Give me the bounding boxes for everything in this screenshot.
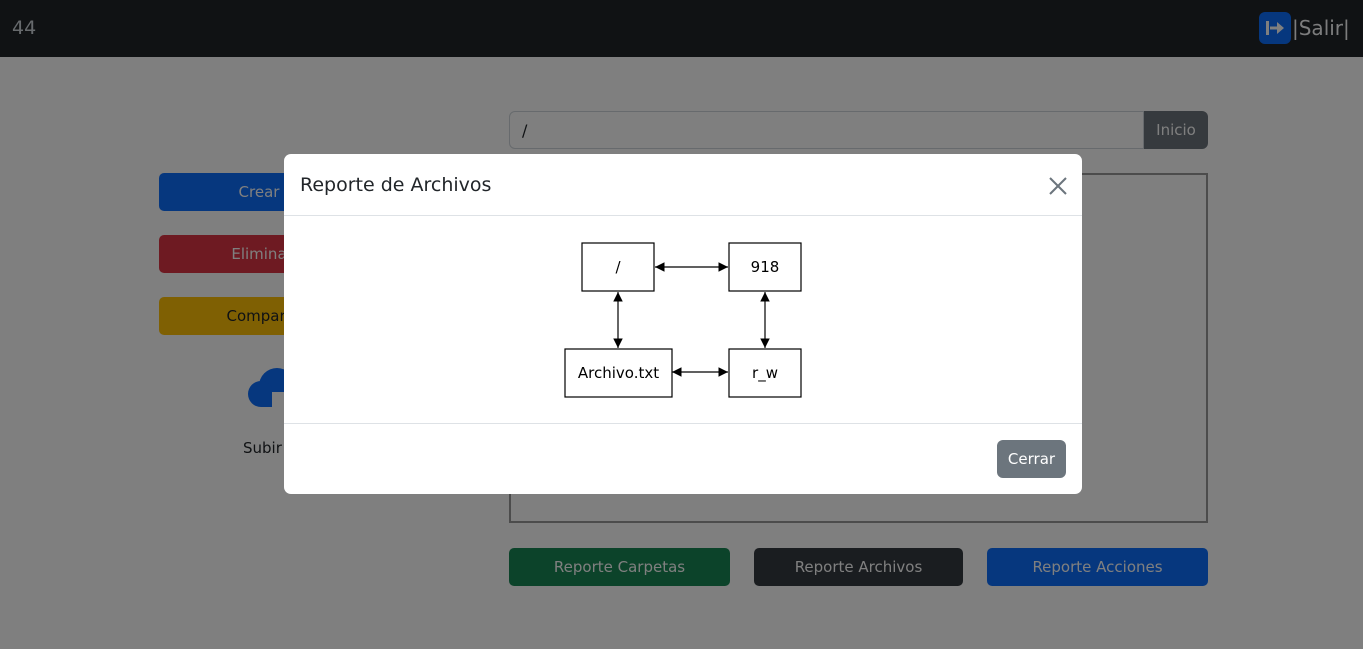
modal-close-button[interactable]: Cerrar bbox=[997, 440, 1066, 478]
modal-title: Reporte de Archivos bbox=[300, 174, 492, 196]
node-inode-label: 918 bbox=[751, 258, 780, 276]
node-perm-label: r_w bbox=[752, 364, 778, 383]
modal-body: / 918 Archivo.txt r_w bbox=[284, 216, 1082, 423]
node-file-label: Archivo.txt bbox=[578, 364, 659, 382]
file-report-graph: / 918 Archivo.txt r_w bbox=[564, 242, 802, 398]
report-modal: Reporte de Archivos / 918 Archivo.txt r_… bbox=[284, 154, 1082, 494]
close-icon[interactable] bbox=[1044, 172, 1072, 200]
modal-footer: Cerrar bbox=[284, 423, 1082, 494]
modal-header: Reporte de Archivos bbox=[284, 154, 1082, 216]
